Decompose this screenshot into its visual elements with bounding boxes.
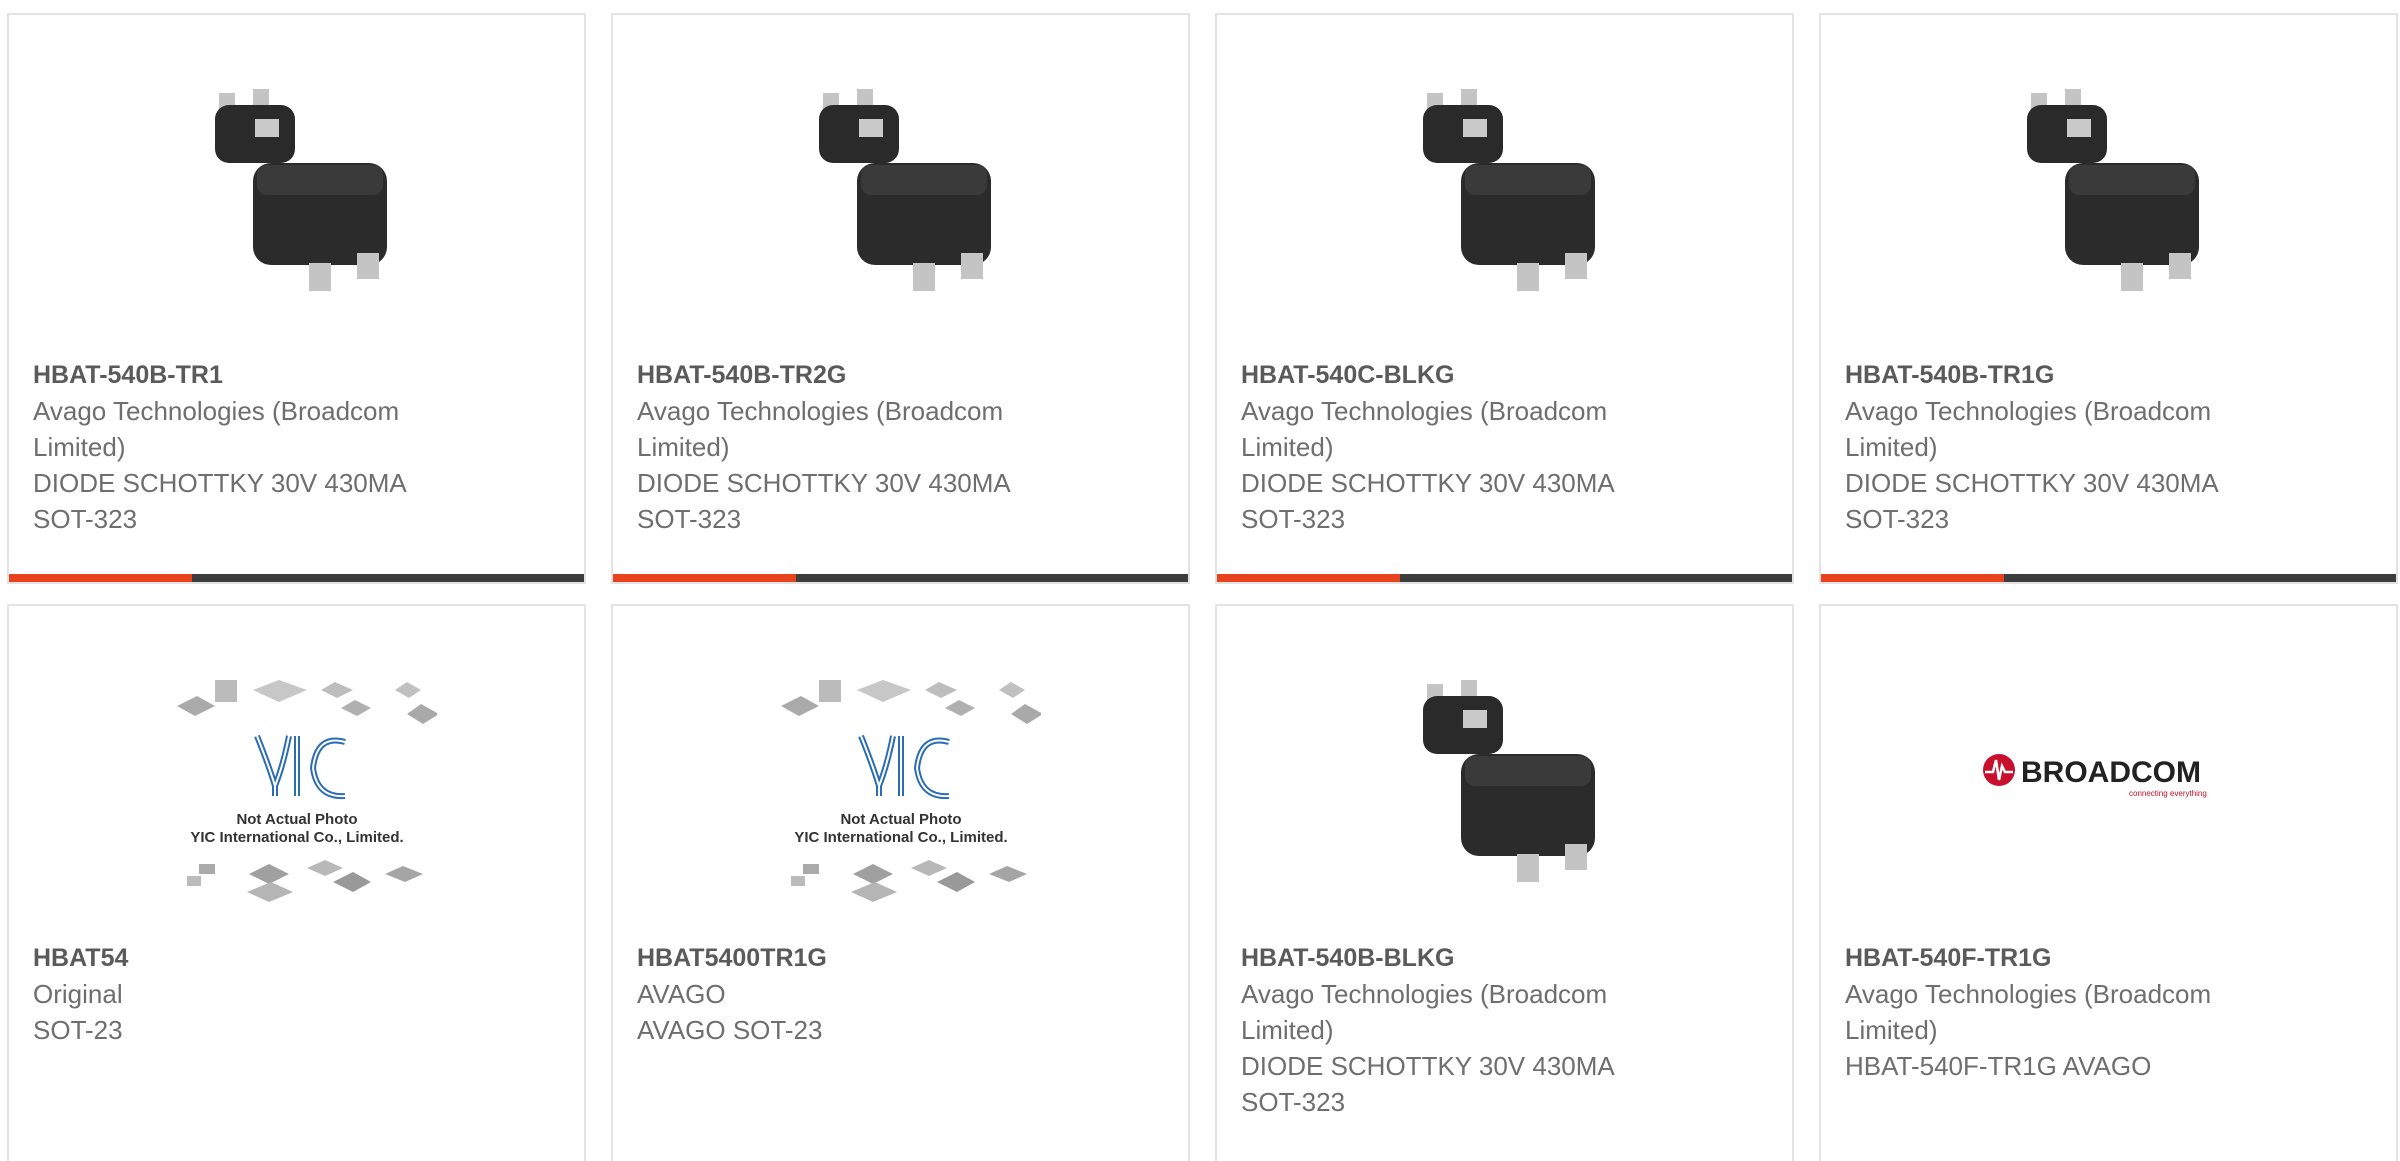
card-bottom-bar [613, 574, 1188, 582]
product-line: AVAGO SOT-23 [637, 1015, 823, 1045]
product-line: Avago Technologies (Broadcom [1845, 396, 2212, 426]
product-image[interactable]: Not Actual Photo YIC International Co., … [613, 676, 1188, 902]
part-number[interactable]: HBAT5400TR1G [637, 940, 1057, 976]
product-image[interactable] [1217, 85, 1792, 295]
product-info: HBAT54 Original SOT-23 [33, 940, 453, 1048]
product-line: DIODE SCHOTTKY 30V 430MA [637, 468, 1011, 498]
product-info: HBAT-540B-TR1G Avago Technologies (Broad… [1845, 357, 2265, 537]
product-line: Avago Technologies (Broadcom [1241, 979, 1608, 1009]
product-line: SOT-23 [33, 1015, 123, 1045]
product-line: Avago Technologies (Broadcom [33, 396, 400, 426]
product-grid: HBAT-540B-TR1 Avago Technologies (Broadc… [0, 0, 2400, 1161]
product-line: Limited) [1845, 432, 1938, 462]
product-line: SOT-323 [1845, 504, 1950, 534]
svg-text:connecting everything: connecting everything [2129, 789, 2207, 798]
product-line: SOT-323 [1241, 504, 1346, 534]
placeholder-caption-line2: YIC International Co., Limited. [794, 829, 1007, 846]
yic-placeholder-icon: Not Actual Photo YIC International Co., … [780, 680, 1041, 902]
product-card[interactable]: HBAT-540B-TR1 Avago Technologies (Broadc… [7, 13, 586, 584]
product-card[interactable]: HBAT-540B-TR2G Avago Technologies (Broad… [611, 13, 1190, 584]
sot-323-package-icon [214, 89, 387, 291]
product-line: HBAT-540F-TR1G AVAGO [1845, 1051, 2152, 1081]
product-line: Avago Technologies (Broadcom [1241, 396, 1608, 426]
product-line: Limited) [1241, 432, 1334, 462]
product-card[interactable]: HBAT-540B-TR1G Avago Technologies (Broad… [1819, 13, 2398, 584]
product-card[interactable]: HBAT-540B-BLKG Avago Technologies (Broad… [1215, 604, 1794, 1161]
yic-placeholder-icon: Not Actual Photo YIC International Co., … [176, 680, 437, 902]
product-image[interactable] [9, 85, 584, 295]
card-bottom-bar [1821, 574, 2396, 582]
part-number[interactable]: HBAT-540B-TR2G [637, 357, 1057, 393]
card-bottom-bar [9, 574, 584, 582]
card-bottom-bar [1217, 574, 1792, 582]
product-info: HBAT5400TR1G AVAGO AVAGO SOT-23 [637, 940, 1057, 1048]
card-accent-bar [9, 574, 192, 582]
product-image[interactable]: BROADCOM connecting everything [1821, 746, 2396, 826]
part-number[interactable]: HBAT-540F-TR1G [1845, 940, 2265, 976]
svg-text:BROADCOM: BROADCOM [2021, 756, 2201, 789]
part-number[interactable]: HBAT-540B-BLKG [1241, 940, 1661, 976]
sot-323-package-icon [1422, 680, 1595, 882]
sot-323-package-icon [1422, 89, 1595, 291]
product-line: DIODE SCHOTTKY 30V 430MA [1241, 1051, 1615, 1081]
placeholder-caption-line1: Not Actual Photo [840, 811, 961, 828]
product-info: HBAT-540C-BLKG Avago Technologies (Broad… [1241, 357, 1661, 537]
part-number[interactable]: HBAT-540B-TR1 [33, 357, 453, 393]
product-info: HBAT-540F-TR1G Avago Technologies (Broad… [1845, 940, 2265, 1084]
sot-323-package-icon [2026, 89, 2199, 291]
product-image[interactable]: Not Actual Photo YIC International Co., … [9, 676, 584, 902]
product-line: Limited) [1241, 1015, 1334, 1045]
product-image[interactable] [613, 85, 1188, 295]
product-card[interactable]: Not Actual Photo YIC International Co., … [611, 604, 1190, 1161]
product-info: HBAT-540B-BLKG Avago Technologies (Broad… [1241, 940, 1661, 1120]
product-card[interactable]: Not Actual Photo YIC International Co., … [7, 604, 586, 1161]
card-accent-bar [613, 574, 796, 582]
product-info: HBAT-540B-TR2G Avago Technologies (Broad… [637, 357, 1057, 537]
part-number[interactable]: HBAT-540C-BLKG [1241, 357, 1661, 393]
product-line: Limited) [1845, 1015, 1938, 1045]
product-line: Avago Technologies (Broadcom [637, 396, 1004, 426]
card-accent-bar [1821, 574, 2004, 582]
product-line: Original [33, 979, 123, 1009]
product-card[interactable]: HBAT-540C-BLKG Avago Technologies (Broad… [1215, 13, 1794, 584]
product-line: DIODE SCHOTTKY 30V 430MA [1241, 468, 1615, 498]
product-line: Avago Technologies (Broadcom [1845, 979, 2212, 1009]
product-line: AVAGO [637, 979, 726, 1009]
product-line: SOT-323 [637, 504, 742, 534]
product-card[interactable]: BROADCOM connecting everything HBAT-540F… [1819, 604, 2398, 1161]
part-number[interactable]: HBAT54 [33, 940, 453, 976]
product-info: HBAT-540B-TR1 Avago Technologies (Broadc… [33, 357, 453, 537]
product-image[interactable] [1821, 85, 2396, 295]
part-number[interactable]: HBAT-540B-TR1G [1845, 357, 2265, 393]
product-line: DIODE SCHOTTKY 30V 430MA [33, 468, 407, 498]
placeholder-caption-line2: YIC International Co., Limited. [190, 829, 403, 846]
sot-323-package-icon [818, 89, 991, 291]
product-line: DIODE SCHOTTKY 30V 430MA [1845, 468, 2219, 498]
product-image[interactable] [1217, 676, 1792, 886]
broadcom-logo: BROADCOM connecting everything [1982, 754, 2207, 798]
card-accent-bar [1217, 574, 1400, 582]
placeholder-caption-line1: Not Actual Photo [236, 811, 357, 828]
product-line: SOT-323 [1241, 1087, 1346, 1117]
product-line: Limited) [33, 432, 126, 462]
product-line: Limited) [637, 432, 730, 462]
product-line: SOT-323 [33, 504, 138, 534]
